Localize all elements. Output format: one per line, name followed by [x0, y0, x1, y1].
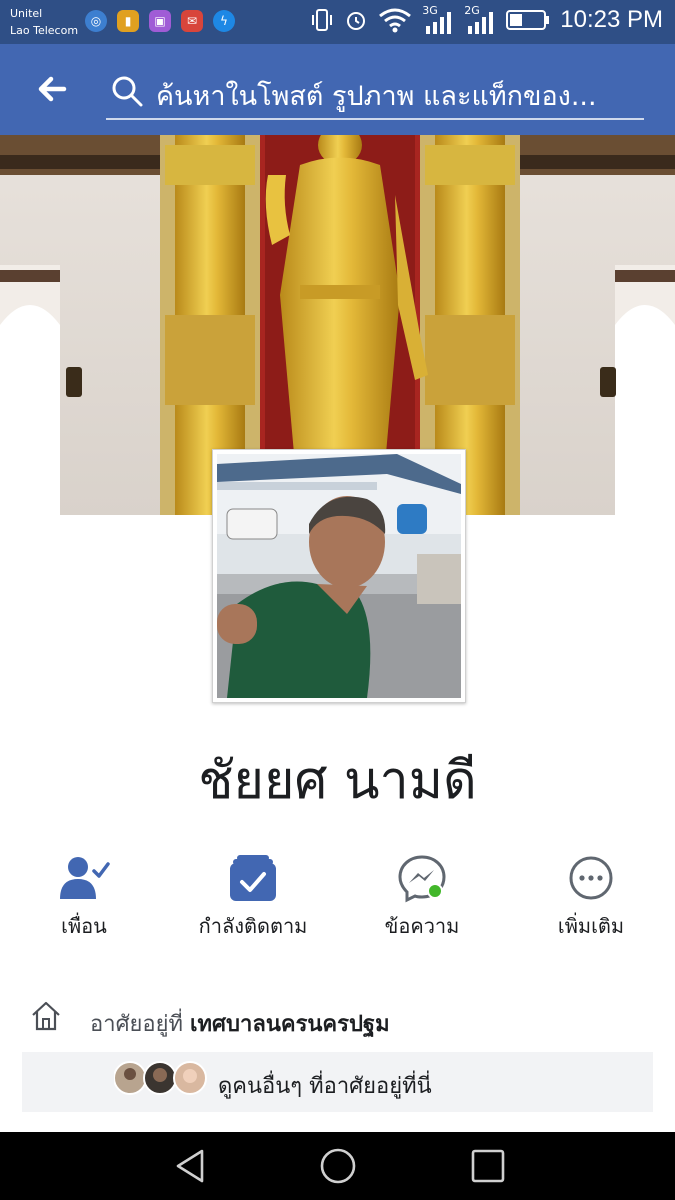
lives-in-row[interactable]: อาศัยอยู่ที่ เทศบาลนครนครปฐม	[0, 996, 675, 1046]
search-icon	[112, 76, 143, 107]
profile-picture[interactable]	[212, 449, 466, 703]
nav-recents-icon[interactable]	[468, 1146, 508, 1186]
messenger-notification-icon: ϟ	[213, 10, 235, 32]
nav-home-icon[interactable]	[318, 1146, 358, 1186]
vibrate-icon	[312, 9, 333, 31]
friends-button[interactable]: เพื่อน	[4, 848, 164, 942]
message-label: ข้อความ	[384, 914, 460, 938]
system-nav-bar	[0, 1132, 675, 1200]
lives-in-prefix: อาศัยอยู่ที่	[90, 1012, 184, 1037]
see-others-text: ดูคนอื่นๆ ที่อาศัยอยู่ที่นี่	[218, 1074, 432, 1099]
battery-icon	[506, 10, 550, 30]
carrier-name-1: Unitel	[10, 7, 43, 20]
home-icon	[32, 1001, 60, 1031]
friends-label: เพื่อน	[61, 914, 107, 938]
friends-check-icon	[60, 857, 110, 899]
signal-3g-icon: 3G	[422, 4, 454, 34]
clock-time: 10:23 PM	[560, 6, 663, 33]
more-button[interactable]: เพิ่มเติม	[511, 848, 671, 942]
status-bar: Unitel Lao Telecom ◎ ▮ ▣ ✉ ϟ 3G 2G 10:23…	[0, 0, 675, 44]
notification-icons: ◎ ▮ ▣ ✉ ϟ	[85, 10, 235, 32]
messenger-icon	[398, 855, 446, 903]
more-icon	[569, 856, 613, 900]
status-indicators: 3G 2G 10:23 PM	[310, 4, 663, 34]
search-placeholder: ค้นหาในโพสต์ รูปภาพ และแท็กของ...	[156, 81, 597, 112]
friend-avatars	[114, 1061, 207, 1095]
message-button[interactable]: ข้อความ	[342, 848, 502, 942]
network-3g-label: 3G	[422, 4, 438, 17]
back-arrow-icon	[38, 76, 67, 102]
following-check-icon	[230, 855, 276, 901]
signal-2g-icon: 2G	[464, 4, 496, 34]
network-2g-label: 2G	[464, 4, 480, 17]
gallery-icon: ▣	[149, 10, 171, 32]
profile-photo	[217, 454, 461, 698]
back-button[interactable]	[30, 64, 74, 114]
lives-in-text: อาศัยอยู่ที่ เทศบาลนครนครปฐม	[90, 1006, 390, 1041]
lock-app-icon: ▮	[117, 10, 139, 32]
search-input[interactable]: ค้นหาในโพสต์ รูปภาพ และแท็กของ...	[106, 66, 644, 120]
carrier-name-2: Lao Telecom	[10, 24, 79, 37]
following-button[interactable]: กำลังติดตาม	[173, 848, 333, 942]
more-label: เพิ่มเติม	[557, 914, 625, 938]
carrier-info: Unitel Lao Telecom	[10, 5, 78, 39]
alarm-icon	[347, 12, 366, 30]
following-label: กำลังติดตาม	[198, 914, 308, 938]
nav-back-icon[interactable]	[170, 1146, 210, 1186]
profile-actions: เพื่อน กำลังติดตาม ข้อความ เพิ่มเติม	[0, 848, 675, 948]
browser-icon: ◎	[85, 10, 107, 32]
see-others-row[interactable]: ดูคนอื่นๆ ที่อาศัยอยู่ที่นี่	[22, 1052, 653, 1112]
wifi-icon	[379, 8, 412, 33]
profile-name: ชัยยศ นามดี	[198, 751, 477, 811]
lives-in-place[interactable]: เทศบาลนครนครปฐม	[190, 1012, 390, 1037]
search-header: ค้นหาในโพสต์ รูปภาพ และแท็กของ...	[0, 44, 675, 135]
gmail-icon: ✉	[181, 10, 203, 32]
